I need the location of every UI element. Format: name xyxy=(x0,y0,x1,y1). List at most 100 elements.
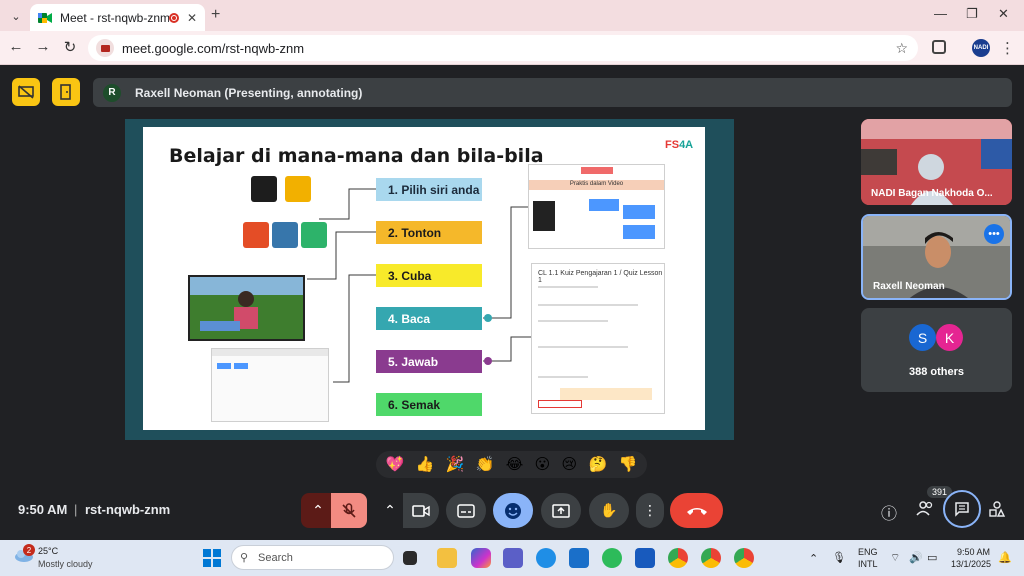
weather-temp: 25°C xyxy=(38,546,59,556)
minimize-window-icon[interactable]: — xyxy=(934,6,947,21)
restore-window-icon[interactable]: ❐ xyxy=(966,6,978,22)
weather-desc: Mostly cloudy xyxy=(38,559,93,569)
presenter-avatar: R xyxy=(103,83,121,102)
clock-time[interactable]: 9:50 AM xyxy=(957,547,990,557)
presenter-banner: R Raxell Neoman (Presenting, annotating) xyxy=(93,78,1012,107)
sad-emoji-icon[interactable]: 😢 xyxy=(562,457,578,472)
copilot-icon[interactable] xyxy=(471,548,491,568)
audio-options-chevron-icon[interactable]: ⌃ xyxy=(301,493,335,528)
notification-bell-icon[interactable]: 🔔 xyxy=(998,551,1012,564)
participant-tile-others[interactable]: S K 388 others xyxy=(861,308,1012,392)
site-info-icon[interactable] xyxy=(96,39,114,57)
captions-icon xyxy=(457,503,475,518)
sparkling-heart-emoji-icon[interactable]: 💖 xyxy=(386,457,405,472)
clapping-emoji-icon[interactable]: 👏 xyxy=(476,457,495,472)
captions-button[interactable] xyxy=(446,493,486,528)
thumbs-down-emoji-icon[interactable]: 👎 xyxy=(619,457,638,472)
search-placeholder: Search xyxy=(258,551,293,564)
windows-start-icon[interactable] xyxy=(203,549,221,572)
surprised-emoji-icon[interactable]: 😮 xyxy=(535,457,551,472)
present-screen-icon xyxy=(552,503,570,518)
stop-presenting-icon[interactable] xyxy=(12,78,40,106)
praktis-thumbnail: Praktis dalam Video xyxy=(528,164,665,249)
forward-button[interactable]: → xyxy=(33,38,53,55)
teams-icon[interactable] xyxy=(503,548,523,568)
participant-tile-nadi[interactable]: NADI Bagan Nakhoda O... xyxy=(861,119,1012,205)
raise-hand-icon: ✋ xyxy=(600,502,618,518)
camera-icon xyxy=(412,504,430,517)
clock-date[interactable]: 13/1/2025 xyxy=(951,559,991,569)
hang-up-icon xyxy=(686,507,707,515)
thumbs-up-emoji-icon[interactable]: 👍 xyxy=(416,457,435,472)
close-window-icon[interactable]: ✕ xyxy=(998,6,1009,22)
search-icon: ⚲ xyxy=(240,552,249,564)
quiz-thumbnail: CL 1.1 Kuiz Pengajaran 1 / Quiz Lesson 1 xyxy=(531,263,665,414)
tab-search-button[interactable]: ⌄ xyxy=(6,6,26,26)
presentation-slide: Belajar di mana-mana dan bila-bila FS4A … xyxy=(143,127,705,430)
recording-indicator-icon xyxy=(168,12,179,23)
meeting-code: rst-nqwb-znm xyxy=(85,502,171,517)
edge-icon[interactable] xyxy=(536,548,556,568)
microphone-off-button[interactable] xyxy=(331,493,367,528)
browser-menu-icon[interactable]: ⋮ xyxy=(1000,39,1015,57)
separator: | xyxy=(74,502,78,517)
url-text: meet.google.com/rst-nqwb-znm xyxy=(122,40,305,56)
thinking-emoji-icon[interactable]: 🤔 xyxy=(589,457,608,472)
show-hidden-icons[interactable]: ⌃ xyxy=(809,552,818,565)
camera-button[interactable] xyxy=(403,493,439,528)
participant-tile-raxell[interactable]: ••• Raxell Neoman xyxy=(861,214,1012,300)
video-options-chevron-icon[interactable]: ⌃ xyxy=(374,493,406,528)
others-count: 388 others xyxy=(908,366,965,378)
weather-badge: 2 xyxy=(23,544,35,556)
emoji-reactions-button[interactable] xyxy=(493,493,533,528)
chat-button[interactable] xyxy=(943,490,981,528)
chat-icon xyxy=(955,502,969,517)
tab-title: Meet - rst-nqwb-znm xyxy=(60,10,169,25)
chrome-window-icon[interactable] xyxy=(734,548,754,568)
browser-tab-meet[interactable]: Meet - rst-nqwb-znm ✕ xyxy=(30,4,205,31)
address-bar[interactable]: meet.google.com/rst-nqwb-znm ☆ xyxy=(88,35,918,61)
browser-tab-strip: ⌄ Meet - rst-nqwb-znm ✕ + — ❐ ✕ xyxy=(0,0,1024,31)
browser-toolbar: ← → ↻ meet.google.com/rst-nqwb-znm ☆ NAD… xyxy=(0,31,1024,65)
new-tab-button[interactable]: + xyxy=(211,6,220,24)
chrome-profile-icon[interactable] xyxy=(701,548,721,568)
present-screen-button[interactable] xyxy=(541,493,581,528)
close-tab-icon[interactable]: ✕ xyxy=(187,11,197,25)
language-secondary[interactable]: INTL xyxy=(858,559,878,569)
participant-name: NADI Bagan Nakhoda O... xyxy=(871,188,993,199)
party-popper-emoji-icon[interactable]: 🎉 xyxy=(446,457,465,472)
file-explorer-icon[interactable] xyxy=(437,548,457,568)
wifi-icon[interactable]: ⌔ xyxy=(890,551,900,565)
task-view-icon[interactable] xyxy=(403,551,417,565)
more-options-icon[interactable]: ••• xyxy=(984,224,1004,244)
word-icon[interactable] xyxy=(635,548,655,568)
people-icon[interactable] xyxy=(915,500,935,521)
leave-call-button[interactable] xyxy=(670,493,723,528)
meeting-details-icon[interactable]: ⓘ xyxy=(879,500,899,524)
mic-off-icon xyxy=(342,502,356,518)
presenter-label: Raxell Neoman (Presenting, annotating) xyxy=(135,85,363,100)
bookmark-star-icon[interactable]: ☆ xyxy=(895,40,908,57)
store-icon[interactable] xyxy=(569,548,589,568)
participant-name: Raxell Neoman xyxy=(873,281,945,292)
battery-icon[interactable]: ▭ xyxy=(927,551,937,564)
volume-icon[interactable]: 🔊 xyxy=(909,551,923,564)
whatsapp-icon[interactable] xyxy=(602,548,622,568)
laughing-emoji-icon[interactable]: 😂 xyxy=(506,457,524,472)
reload-button[interactable]: ↻ xyxy=(60,38,80,56)
more-options-button[interactable]: ⋮ xyxy=(636,493,664,528)
profile-avatar[interactable]: NADI xyxy=(972,39,990,57)
google-meet-icon xyxy=(38,12,52,24)
activities-icon[interactable] xyxy=(987,500,1007,523)
exit-presentation-icon[interactable] xyxy=(52,78,80,106)
language-primary[interactable]: ENG xyxy=(858,547,878,557)
taskbar-search-input[interactable]: ⚲ Search xyxy=(231,545,394,570)
meeting-time: 9:50 AM xyxy=(18,502,68,517)
extensions-icon[interactable] xyxy=(932,40,946,54)
microphone-tray-icon[interactable]: 🎙 xyxy=(832,551,846,564)
back-button[interactable]: ← xyxy=(6,38,26,55)
raise-hand-button[interactable]: ✋ xyxy=(589,493,629,528)
windows-taskbar: 2 25°C Mostly cloudy ⚲ Search ⌃ 🎙 ENG IN… xyxy=(0,540,1024,576)
chrome-icon[interactable] xyxy=(668,548,688,568)
reactions-bar: 💖 👍 🎉 👏 😂 😮 😢 🤔 👎 xyxy=(376,451,647,478)
